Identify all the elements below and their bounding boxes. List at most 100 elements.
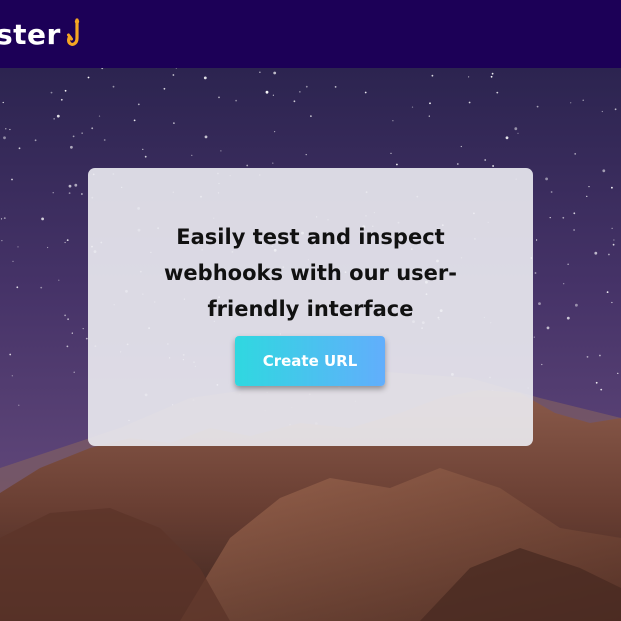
star xyxy=(218,96,220,99)
star xyxy=(392,120,394,122)
star xyxy=(617,372,619,374)
star xyxy=(310,115,312,117)
star xyxy=(538,302,541,305)
star xyxy=(272,94,274,96)
star xyxy=(496,91,499,94)
star xyxy=(611,301,613,304)
star xyxy=(536,105,539,108)
star xyxy=(364,91,367,94)
star xyxy=(456,163,459,165)
star xyxy=(334,86,337,88)
star xyxy=(47,246,49,249)
star xyxy=(549,217,551,219)
hero-headline: Easily test and inspect webhooks with ou… xyxy=(148,219,473,327)
star xyxy=(173,122,175,124)
star xyxy=(87,76,90,79)
star xyxy=(41,217,44,221)
star xyxy=(204,135,208,139)
star xyxy=(429,102,431,105)
star xyxy=(492,165,494,167)
star xyxy=(600,388,603,391)
star xyxy=(18,404,20,406)
star xyxy=(396,163,398,166)
star xyxy=(611,227,613,229)
star xyxy=(66,239,69,242)
create-url-button[interactable]: Create URL xyxy=(235,336,385,386)
star xyxy=(305,85,308,88)
star xyxy=(599,354,601,357)
star xyxy=(517,132,519,134)
brand-logo[interactable]: ster xyxy=(0,14,87,54)
star xyxy=(64,89,67,92)
star xyxy=(533,336,535,338)
star xyxy=(545,177,548,181)
star xyxy=(272,162,274,164)
star xyxy=(82,328,84,330)
hero-card: Easily test and inspect webhooks with ou… xyxy=(88,168,533,446)
star xyxy=(191,154,193,156)
star xyxy=(72,135,75,138)
star xyxy=(16,286,19,289)
star xyxy=(536,239,538,241)
star xyxy=(574,153,577,155)
star xyxy=(203,76,207,80)
star xyxy=(64,314,66,317)
star xyxy=(259,71,261,73)
star xyxy=(468,76,470,78)
star xyxy=(67,318,69,321)
star xyxy=(9,128,11,131)
star xyxy=(546,326,550,330)
star xyxy=(163,87,166,90)
star xyxy=(144,155,147,158)
star xyxy=(50,91,53,94)
star xyxy=(575,303,578,307)
star xyxy=(562,216,565,219)
star xyxy=(491,72,494,75)
star xyxy=(431,74,434,77)
hero-headline-line-3: friendly interface xyxy=(207,297,414,321)
star xyxy=(534,272,537,274)
star xyxy=(273,71,277,75)
star xyxy=(34,139,37,142)
star xyxy=(70,145,73,149)
star xyxy=(68,192,71,194)
star xyxy=(514,127,518,131)
star xyxy=(172,74,175,76)
star xyxy=(246,164,249,167)
star xyxy=(64,241,66,244)
star xyxy=(52,192,54,194)
star xyxy=(550,191,553,193)
star xyxy=(586,356,589,358)
star xyxy=(5,128,7,130)
star xyxy=(505,136,509,140)
star xyxy=(612,243,615,246)
star xyxy=(2,101,4,104)
star xyxy=(60,98,63,101)
star xyxy=(305,154,307,156)
page: ster Easily test and inspect webhooks wi… xyxy=(0,0,621,621)
star xyxy=(17,246,19,248)
star xyxy=(586,195,588,197)
star xyxy=(411,106,414,108)
star xyxy=(91,127,94,130)
star xyxy=(40,286,43,289)
star xyxy=(265,90,269,94)
star xyxy=(602,169,606,173)
star xyxy=(81,193,83,195)
star xyxy=(74,183,78,187)
star xyxy=(81,132,83,134)
star xyxy=(595,381,598,384)
star xyxy=(601,110,603,113)
star xyxy=(588,186,590,188)
star xyxy=(614,108,617,111)
star xyxy=(428,115,430,117)
star xyxy=(68,184,72,188)
star xyxy=(582,99,584,101)
top-navbar: ster xyxy=(0,0,621,68)
star xyxy=(3,217,6,220)
star xyxy=(573,212,576,215)
hero-headline-line-2: webhooks with our user- xyxy=(164,261,457,285)
star xyxy=(235,99,238,102)
hero-headline-line-1: Easily test and inspect xyxy=(176,225,445,249)
star xyxy=(112,85,115,88)
